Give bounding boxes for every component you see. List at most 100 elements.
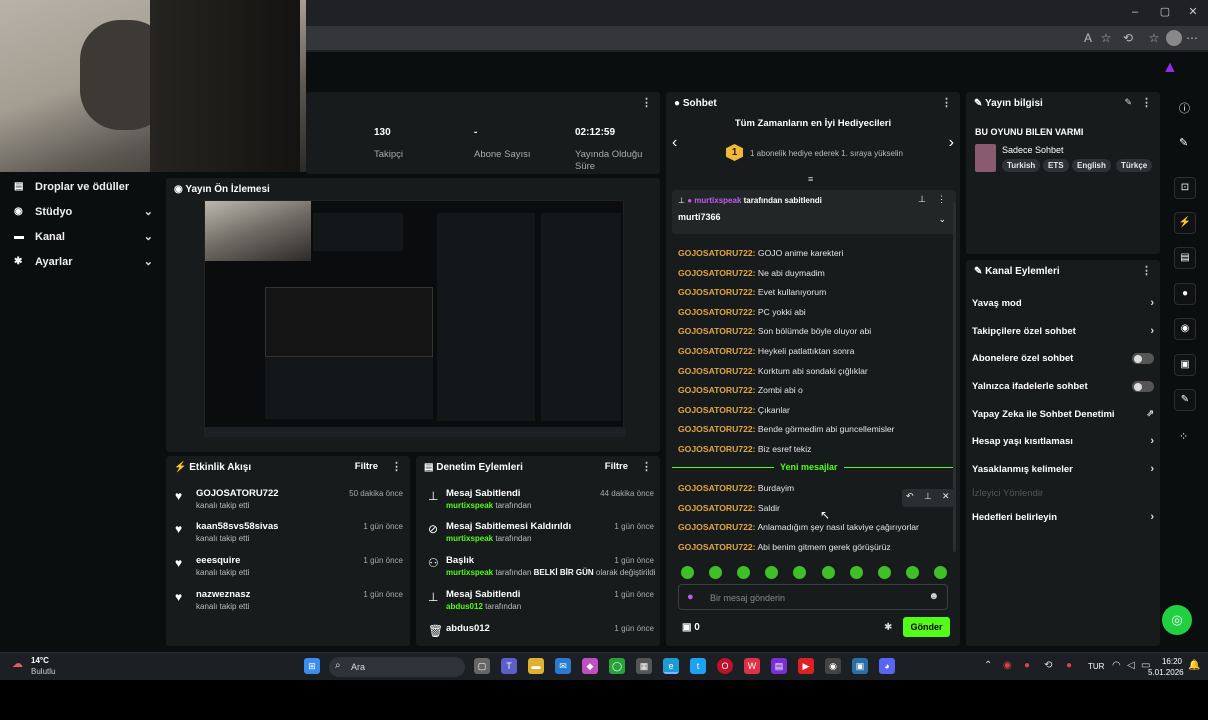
network-app-icon[interactable]: ▣: [852, 658, 868, 674]
whatsapp-icon[interactable]: ◯: [609, 658, 625, 674]
followers-only-item[interactable]: Takipçilere özel sohbet ›: [972, 325, 1158, 344]
subscribers-only-toggle[interactable]: [1132, 353, 1154, 364]
moderation-filter-button[interactable]: Filtre: [605, 461, 628, 472]
pin-icon[interactable]: ⊥: [924, 491, 932, 502]
reply-icon[interactable]: ↶: [906, 491, 914, 502]
banned-words-item[interactable]: Yasaklanmış kelimeler ›: [972, 463, 1158, 482]
favorites-icon[interactable]: ☆: [1146, 30, 1162, 46]
more-options-icon[interactable]: ⋮: [937, 194, 946, 205]
emote-icon[interactable]: [906, 566, 919, 579]
chat-settings-icon[interactable]: ✱: [884, 622, 892, 633]
chat-input[interactable]: ● Bir mesaj gönderin ☻: [678, 584, 948, 610]
wifi-icon[interactable]: ◠: [1112, 660, 1121, 671]
trash-icon[interactable]: ✕: [942, 491, 950, 502]
broadcast-icon[interactable]: ◉: [1174, 318, 1196, 340]
ai-moderation-item[interactable]: Yapay Zeka ile Sohbet Denetimi ⇗: [972, 408, 1158, 427]
edge-browser-icon[interactable]: e: [663, 658, 679, 674]
more-options-icon[interactable]: ⋮: [641, 460, 652, 473]
chat-username[interactable]: GOJOSATORU722:: [678, 326, 756, 336]
emote-icon[interactable]: [878, 566, 891, 579]
emote-icon[interactable]: [934, 566, 947, 579]
emote-icon[interactable]: [793, 566, 806, 579]
notification-bell-icon[interactable]: 🔔: [1188, 660, 1200, 671]
video-icon[interactable]: ▣: [1174, 354, 1196, 376]
chat-username[interactable]: GOJOSATORU722:: [678, 385, 756, 395]
file-explorer-icon[interactable]: ▬: [528, 658, 544, 674]
chat-bubble-icon[interactable]: ●: [1174, 283, 1196, 305]
search-box[interactable]: ⌕ Ara: [329, 657, 465, 677]
media-icon[interactable]: ▤: [771, 658, 787, 674]
teams-icon[interactable]: T: [501, 658, 517, 674]
more-options-icon[interactable]: ⋮: [1141, 264, 1152, 277]
more-options-icon[interactable]: ⋮: [391, 460, 402, 473]
stream-category[interactable]: Sadece Sohbet: [1002, 145, 1064, 155]
emote-icon[interactable]: [850, 566, 863, 579]
emote-icon[interactable]: [737, 566, 750, 579]
close-window-button[interactable]: ✕: [1184, 4, 1202, 20]
chat-username[interactable]: GOJOSATORU722:: [678, 444, 756, 454]
collapse-icon[interactable]: ≡: [808, 174, 813, 184]
chat-username[interactable]: GOJOSATORU722:: [678, 307, 756, 317]
mail-icon[interactable]: ✉: [555, 658, 571, 674]
gallery-icon[interactable]: ◉: [825, 658, 841, 674]
nav-item-settings[interactable]: ✱ Ayarlar ⌄: [14, 253, 159, 273]
minimize-button[interactable]: ‒: [1126, 4, 1144, 20]
activity-filter-button[interactable]: Filtre: [355, 461, 378, 472]
menu-icon[interactable]: ⋯: [1184, 30, 1200, 46]
points-display[interactable]: ▣ 0: [682, 622, 700, 633]
copilot-icon[interactable]: ◆: [582, 658, 598, 674]
edit-icon[interactable]: ✎: [1124, 97, 1132, 108]
chevron-up-icon[interactable]: ⌃: [984, 660, 992, 671]
calculator-icon[interactable]: ▦: [636, 658, 652, 674]
chat-username[interactable]: GOJOSATORU722:: [678, 405, 756, 415]
discord-icon[interactable]: ◕: [879, 658, 895, 674]
microphone-icon[interactable]: ●: [1066, 660, 1072, 671]
wps-icon[interactable]: W: [744, 658, 760, 674]
info-icon[interactable]: ⓘ: [1179, 100, 1190, 116]
more-options-icon[interactable]: ⋮: [641, 96, 652, 109]
task-view-icon[interactable]: ▢: [474, 658, 490, 674]
chat-username[interactable]: GOJOSATORU722:: [678, 287, 756, 297]
emote-icon[interactable]: [709, 566, 722, 579]
wrench-icon[interactable]: ✎: [1174, 389, 1196, 411]
chat-username[interactable]: GOJOSATORU722:: [678, 268, 756, 278]
document-icon[interactable]: ▤: [1174, 247, 1196, 269]
account-age-item[interactable]: Hesap yaşı kısıtlaması ›: [972, 435, 1158, 454]
windows-start-icon[interactable]: ⊞: [304, 658, 320, 674]
emoji-icon[interactable]: ☻: [928, 591, 939, 602]
chevron-right-icon[interactable]: ›: [949, 134, 954, 152]
camera-icon[interactable]: ⊡: [1174, 177, 1196, 199]
chat-username[interactable]: GOJOSATORU722:: [678, 366, 756, 376]
slow-mode-item[interactable]: Yavaş mod ›: [972, 297, 1158, 316]
emote-icon[interactable]: [822, 566, 835, 579]
lightning-icon[interactable]: ⚡: [1174, 212, 1196, 234]
twitter-icon[interactable]: t: [690, 658, 706, 674]
more-options-icon[interactable]: ⋮: [941, 96, 952, 109]
opera-icon[interactable]: O: [717, 658, 733, 674]
unpin-icon[interactable]: ⊥: [918, 194, 926, 205]
chat-username[interactable]: GOJOSATORU722:: [678, 248, 756, 258]
more-options-icon[interactable]: ⋮: [1141, 96, 1152, 109]
address-bar[interactable]: A ☆ ⟲ ☆ ⋯: [300, 26, 1208, 50]
chevron-left-icon[interactable]: ‹: [672, 134, 677, 152]
chat-username[interactable]: GOJOSATORU722:: [678, 346, 756, 356]
tray-app-icon[interactable]: ⟲: [1044, 660, 1052, 671]
read-aloud-icon[interactable]: A: [1080, 30, 1096, 46]
help-chat-icon[interactable]: ◎: [1162, 605, 1192, 635]
preview-video[interactable]: [204, 200, 625, 437]
language-indicator[interactable]: TUR: [1088, 662, 1104, 671]
youtube-icon[interactable]: ▶: [798, 658, 814, 674]
speaker-icon[interactable]: ◁: [1127, 660, 1135, 671]
chat-username[interactable]: GOJOSATORU722:: [678, 542, 756, 552]
chat-username[interactable]: GOJOSATORU722:: [678, 483, 756, 493]
goals-item[interactable]: Hedefleri belirleyin ›: [972, 511, 1158, 530]
emote-icon[interactable]: [765, 566, 778, 579]
chat-username[interactable]: GOJOSATORU722:: [678, 522, 756, 532]
nav-item-studio[interactable]: ◉ Stüdyo ⌄: [14, 203, 159, 223]
emote-only-toggle[interactable]: [1132, 381, 1154, 392]
tray-app-icon[interactable]: ◉: [1003, 660, 1012, 671]
maximize-button[interactable]: ▢: [1156, 4, 1174, 20]
profile-avatar[interactable]: [1166, 30, 1182, 46]
chat-username[interactable]: GOJOSATORU722:: [678, 503, 756, 513]
nav-item-channel[interactable]: ▬ Kanal ⌄: [14, 228, 159, 248]
